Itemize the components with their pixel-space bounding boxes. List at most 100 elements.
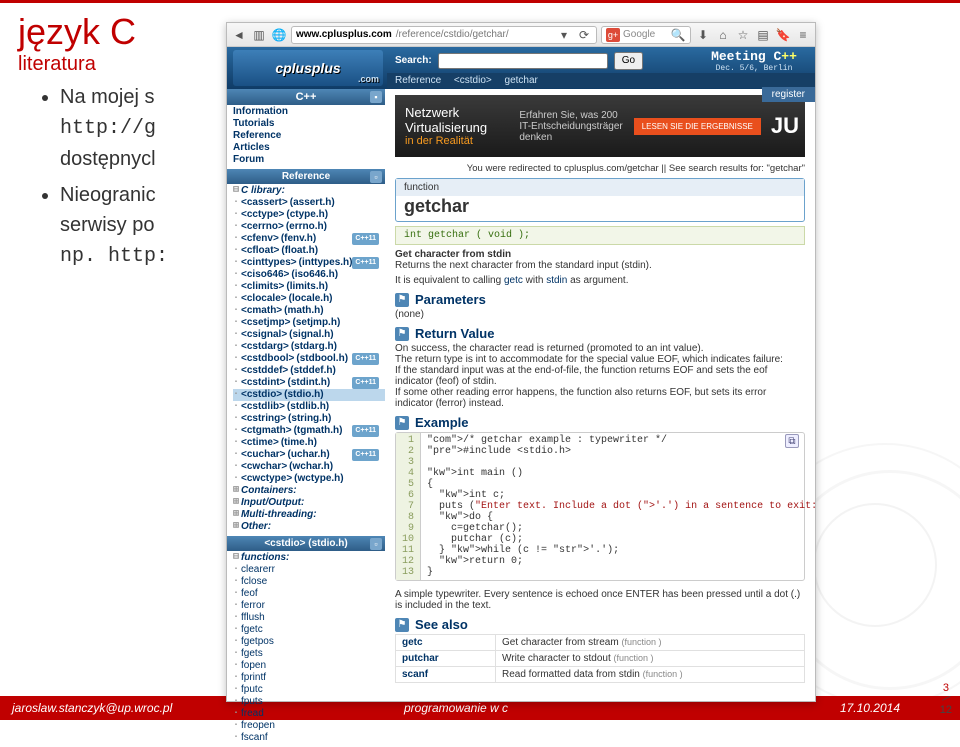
- func-item[interactable]: ·fclose: [233, 576, 385, 588]
- nav-head-cpp: C++▪: [227, 89, 385, 105]
- collapse-icon[interactable]: ▫: [370, 171, 382, 183]
- ref-item[interactable]: ·<cassert> (assert.h): [233, 197, 385, 209]
- ref-item[interactable]: ·<cinttypes> (inttypes.h)C++11: [233, 257, 385, 269]
- ref-item[interactable]: ·<cwctype> (wctype.h): [233, 473, 385, 485]
- crumb-1[interactable]: Reference: [395, 75, 441, 86]
- func-item[interactable]: ·fread: [233, 708, 385, 720]
- func-item[interactable]: ·fflush: [233, 612, 385, 624]
- func-item[interactable]: ·fgetpos: [233, 636, 385, 648]
- seealso-row: scanfRead formatted data from stdin (fun…: [396, 667, 805, 683]
- sidebar: C++▪ Information Tutorials Reference Art…: [227, 89, 385, 701]
- ref-item[interactable]: ·<cstddef> (stddef.h): [233, 365, 385, 377]
- ref-item[interactable]: ·<cstdint> (stdint.h)C++11: [233, 377, 385, 389]
- ref-item[interactable]: ·<cstring> (string.h): [233, 413, 385, 425]
- ref-item[interactable]: ·<cfloat> (float.h): [233, 245, 385, 257]
- ref-item[interactable]: ·<csignal> (signal.h): [233, 329, 385, 341]
- func-item[interactable]: ·fgets: [233, 648, 385, 660]
- collapse-icon[interactable]: ▪: [370, 91, 382, 103]
- collapse-icon[interactable]: ▫: [370, 538, 382, 550]
- seealso-link[interactable]: getc: [396, 635, 496, 651]
- site-header: cplusplus.com Search: Go Reference <cstd…: [227, 47, 815, 89]
- func-item[interactable]: ·fopen: [233, 660, 385, 672]
- func-item[interactable]: ·freopen: [233, 720, 385, 732]
- nav-item[interactable]: Information: [233, 106, 385, 118]
- link-stdin[interactable]: stdin: [546, 275, 567, 286]
- ref-item[interactable]: ·<cmath> (math.h): [233, 305, 385, 317]
- ref-item[interactable]: ·<cstdarg> (stdarg.h): [233, 341, 385, 353]
- ref-item[interactable]: ·<clocale> (locale.h): [233, 293, 385, 305]
- browser-window: ◄ ▥ 🌐 www.cplusplus.com/reference/cstdio…: [226, 22, 816, 702]
- nav-item[interactable]: Forum: [233, 154, 385, 166]
- reload-icon[interactable]: ⟳: [576, 27, 592, 43]
- nav-item[interactable]: Reference: [233, 130, 385, 142]
- crumb-2[interactable]: <cstdio>: [454, 75, 492, 86]
- dropdown-icon[interactable]: ▾: [556, 27, 572, 43]
- code-copy-icon[interactable]: ⧉: [785, 434, 799, 448]
- ref-item[interactable]: ·<ctime> (time.h): [233, 437, 385, 449]
- cstdio-func-list: ⊟ functions: ·clearerr·fclose·feof·ferro…: [227, 551, 385, 747]
- section-example: Example: [415, 415, 468, 430]
- ref-item[interactable]: ·<ctgmath> (tgmath.h)C++11: [233, 425, 385, 437]
- site-search-input[interactable]: [438, 53, 608, 69]
- search-engine-box[interactable]: g+ Google 🔍: [601, 26, 691, 44]
- download-icon[interactable]: ⬇: [695, 27, 711, 43]
- ref-item[interactable]: ·<cstdio> (stdio.h): [233, 389, 385, 401]
- section-icon: ⚑: [395, 618, 409, 632]
- func-item[interactable]: ·fputc: [233, 684, 385, 696]
- seealso-link[interactable]: scanf: [396, 667, 496, 683]
- nav-head-cstdio: <cstdio> (stdio.h)▫: [227, 536, 385, 551]
- code-block: 1 2 3 4 5 6 7 8 9 10 11 12 13 "com">/* g…: [395, 432, 805, 581]
- seealso-link[interactable]: putchar: [396, 651, 496, 667]
- ref-item[interactable]: ·<cuchar> (uchar.h)C++11: [233, 449, 385, 461]
- crumb-3[interactable]: getchar: [505, 75, 538, 86]
- func-item[interactable]: ·ferror: [233, 600, 385, 612]
- ref-group[interactable]: ⊞ Multi-threading:: [233, 509, 385, 521]
- back-icon[interactable]: ◄: [231, 27, 247, 43]
- search-icon[interactable]: 🔍: [670, 27, 686, 43]
- nav-top-list: Information Tutorials Reference Articles…: [227, 105, 385, 169]
- ref-item[interactable]: ·<cwchar> (wchar.h): [233, 461, 385, 473]
- ref-group[interactable]: ⊞ Input/Output:: [233, 497, 385, 509]
- desc-line2: It is equivalent to calling getc with st…: [395, 275, 805, 286]
- func-item[interactable]: ·fgetc: [233, 624, 385, 636]
- ref-item[interactable]: ·<ciso646> (iso646.h): [233, 269, 385, 281]
- register-link[interactable]: register: [762, 87, 815, 102]
- seealso-row: getcGet character from stream (function …: [396, 635, 805, 651]
- func-item[interactable]: ·clearerr: [233, 564, 385, 576]
- ref-item[interactable]: ·<cctype> (ctype.h): [233, 209, 385, 221]
- ad-banner[interactable]: Netzwerk Virtualisierung in der Realität…: [395, 95, 805, 157]
- func-item[interactable]: ·fputs: [233, 696, 385, 708]
- bookmark-icon[interactable]: ☆: [735, 27, 751, 43]
- meeting-cpp-ad[interactable]: Meeting C++ Dec. 5/6, Berlin: [699, 49, 809, 73]
- ref-item[interactable]: ·<climits> (limits.h): [233, 281, 385, 293]
- menu-icon[interactable]: ≡: [795, 27, 811, 43]
- func-item[interactable]: ·fprintf: [233, 672, 385, 684]
- home-icon[interactable]: ⌂: [715, 27, 731, 43]
- parameters-body: (none): [395, 309, 805, 320]
- nav-item[interactable]: Tutorials: [233, 118, 385, 130]
- desc-title: Get character from stdin: [395, 249, 805, 260]
- ref-item[interactable]: ·<cfenv> (fenv.h)C++11: [233, 233, 385, 245]
- ref-item[interactable]: ·<cstdbool> (stdbool.h)C++11: [233, 353, 385, 365]
- ref-item[interactable]: ·<csetjmp> (setjmp.h): [233, 317, 385, 329]
- func-item[interactable]: ·feof: [233, 588, 385, 600]
- url-input[interactable]: www.cplusplus.com/reference/cstdio/getch…: [291, 26, 597, 44]
- ref-item[interactable]: ·<cerrno> (errno.h): [233, 221, 385, 233]
- globe-icon: 🌐: [271, 27, 287, 43]
- function-header-block: function getchar: [395, 178, 805, 222]
- site-logo[interactable]: cplusplus.com: [227, 50, 387, 86]
- ref-group[interactable]: ⊞ Other:: [233, 521, 385, 533]
- section-icon: ⚑: [395, 293, 409, 307]
- ref-group[interactable]: ⊞ Containers:: [233, 485, 385, 497]
- tag-icon[interactable]: 🔖: [775, 27, 791, 43]
- function-name: getchar: [396, 196, 804, 221]
- reference-list: ⊟ C library: ·<cassert> (assert.h)·<ccty…: [227, 184, 385, 536]
- ad-cta-button[interactable]: LESEN SIE DIE ERGEBNISSE: [634, 118, 761, 135]
- ref-item[interactable]: ·<cstdlib> (stdlib.h): [233, 401, 385, 413]
- link-getc[interactable]: getc: [504, 275, 523, 286]
- func-item[interactable]: ·fscanf: [233, 732, 385, 744]
- list-icon[interactable]: ▤: [755, 27, 771, 43]
- function-label: function: [396, 179, 804, 196]
- nav-item[interactable]: Articles: [233, 142, 385, 154]
- go-button[interactable]: Go: [614, 52, 643, 70]
